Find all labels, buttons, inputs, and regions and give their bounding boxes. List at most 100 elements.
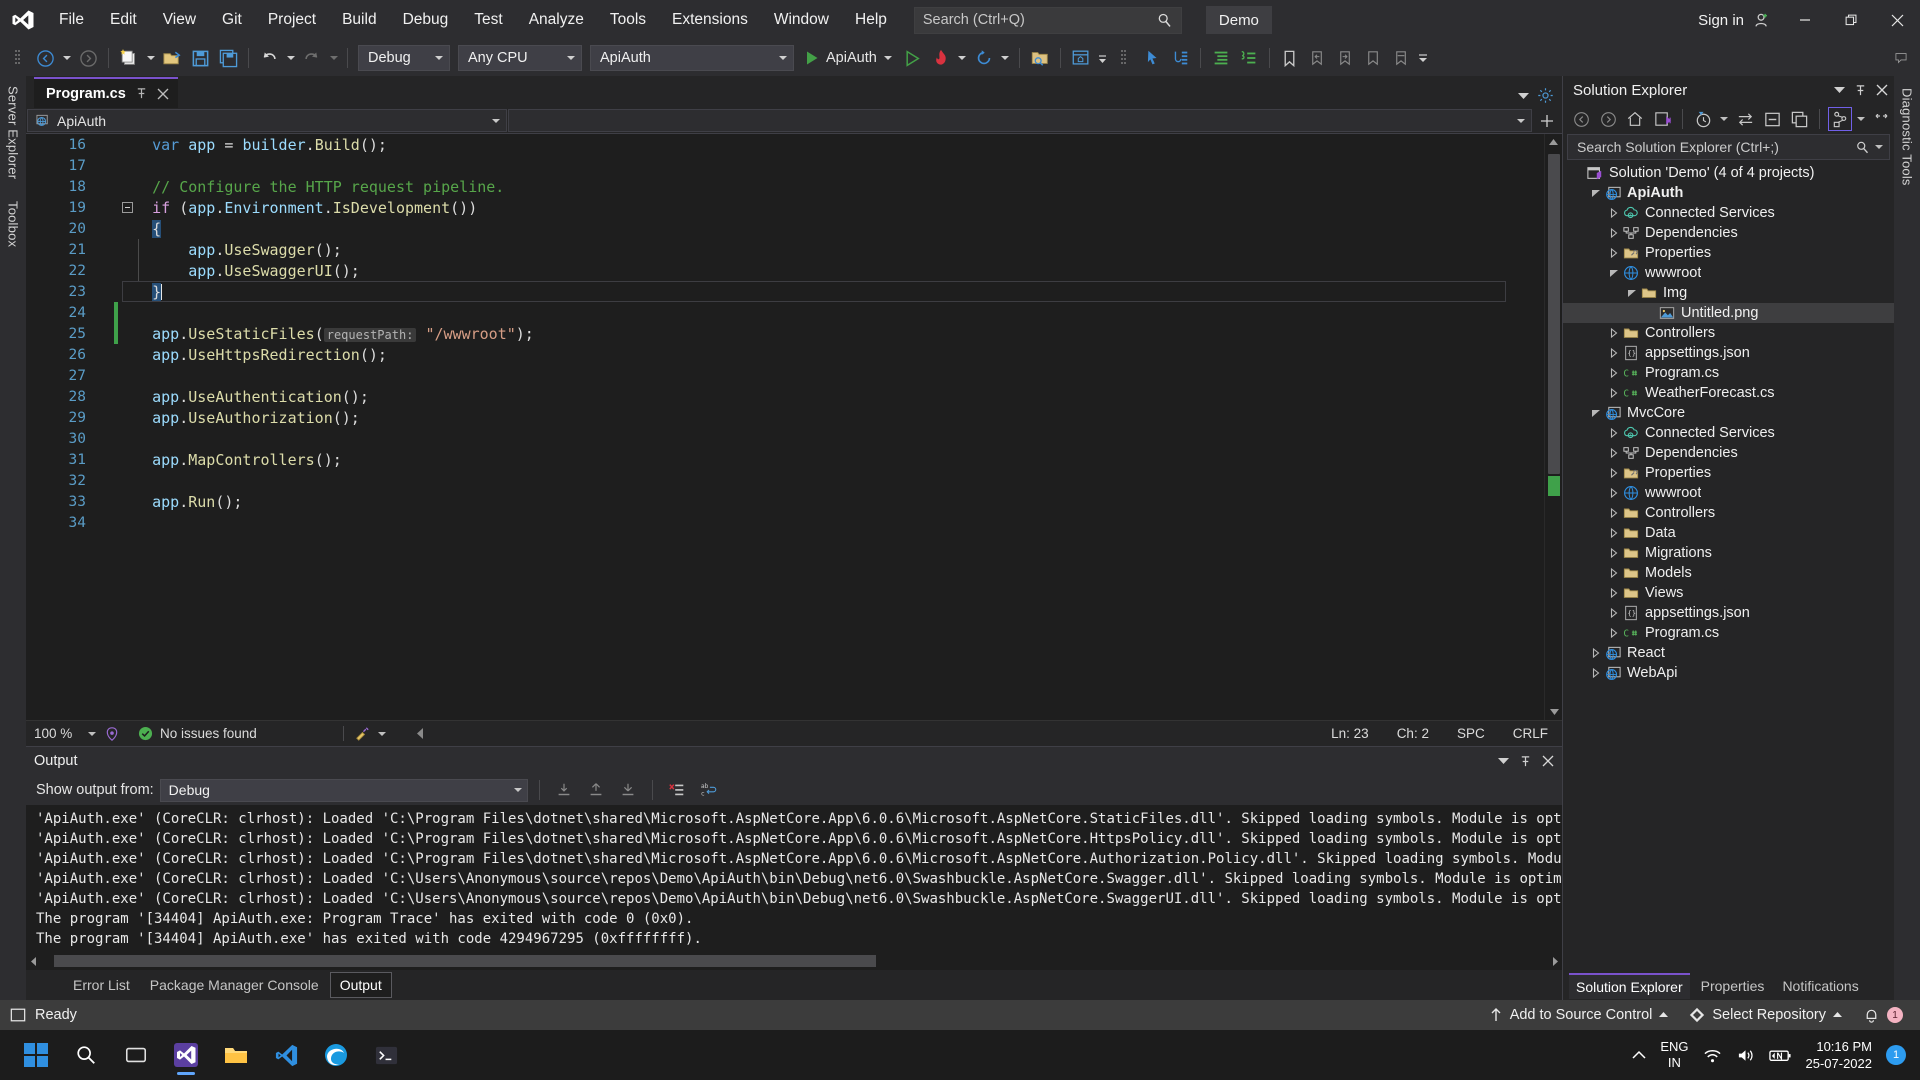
- se-footer-tab-notifications[interactable]: Notifications: [1775, 974, 1865, 998]
- hscroll-right-arrow-icon[interactable]: [1548, 956, 1562, 966]
- hot-reload-icon[interactable]: [928, 45, 954, 71]
- code-cleanup-dropdown-icon[interactable]: [371, 731, 386, 737]
- tree-item-react[interactable]: React: [1563, 643, 1894, 663]
- se-pending-changes-dropdown-icon[interactable]: [1718, 116, 1730, 122]
- hscroll-track[interactable]: [40, 955, 1548, 967]
- menu-file[interactable]: File: [46, 0, 97, 40]
- menu-project[interactable]: Project: [255, 0, 329, 40]
- redo-dropdown-icon[interactable]: [327, 45, 340, 71]
- configuration-combo[interactable]: Debug: [358, 45, 450, 71]
- tree-item-apiauth[interactable]: ApiAuth: [1563, 183, 1894, 203]
- toggle-bookmark-icon[interactable]: [1389, 45, 1415, 71]
- output-panel-close-icon[interactable]: [1542, 755, 1554, 767]
- open-file-icon[interactable]: [159, 45, 185, 71]
- code-lines[interactable]: 16 var app = builder.Build(); 17 18 // Con…: [26, 134, 1544, 720]
- tree-item-appsettings-json[interactable]: {} appsettings.json: [1563, 603, 1894, 623]
- toolbar-overflow-icon[interactable]: [1417, 45, 1430, 71]
- quick-search-input[interactable]: Search (Ctrl+Q): [913, 6, 1182, 34]
- spaces-indicator[interactable]: SPC: [1443, 726, 1499, 741]
- toggle-word-wrap-icon[interactable]: ab c: [696, 777, 722, 803]
- tree-item-controllers[interactable]: Controllers: [1563, 503, 1894, 523]
- server-explorer-tab[interactable]: Server Explorer: [6, 86, 21, 179]
- se-back-icon[interactable]: [1569, 107, 1593, 131]
- tree-item-untitled-png[interactable]: Untitled.png: [1563, 303, 1894, 323]
- close-button[interactable]: [1874, 0, 1920, 40]
- tree-item-views[interactable]: Views: [1563, 583, 1894, 603]
- tree-item-solution-demo-4-of-4-projects[interactable]: Solution 'Demo' (4 of 4 projects): [1563, 163, 1894, 183]
- menu-debug[interactable]: Debug: [390, 0, 462, 40]
- se-footer-tab-solution-explorer[interactable]: Solution Explorer: [1569, 973, 1690, 999]
- tree-expander-icon[interactable]: [1607, 628, 1621, 638]
- tree-expander-icon[interactable]: [1607, 568, 1621, 578]
- se-preview-dropdown-icon[interactable]: [1855, 116, 1867, 122]
- editor-vertical-scrollbar[interactable]: [1544, 134, 1562, 720]
- hot-reload-dropdown-icon[interactable]: [956, 45, 969, 71]
- tree-expander-icon[interactable]: [1607, 228, 1621, 238]
- scroll-up-arrow-icon[interactable]: [1545, 134, 1562, 151]
- sign-in-button[interactable]: Sign in: [1688, 10, 1782, 30]
- tree-expander-icon[interactable]: [1589, 648, 1603, 658]
- scrollbar-thumb[interactable]: [1548, 154, 1560, 474]
- tree-item-mvccore[interactable]: MvcCore: [1563, 403, 1894, 423]
- pointer-select-icon[interactable]: [1139, 45, 1165, 71]
- undo-dropdown-icon[interactable]: [284, 45, 297, 71]
- navigate-forward-button[interactable]: [75, 45, 101, 71]
- menu-build[interactable]: Build: [329, 0, 389, 40]
- clear-all-icon[interactable]: [664, 777, 690, 803]
- hscroll-left-arrow-icon[interactable]: [26, 956, 40, 966]
- solution-explorer-dropdown-icon[interactable]: [1834, 86, 1845, 94]
- solution-explorer-search-input[interactable]: Search Solution Explorer (Ctrl+;): [1567, 134, 1890, 160]
- code-line[interactable]: 31 app.MapControllers();: [26, 449, 1544, 470]
- tree-expander-icon[interactable]: [1607, 388, 1621, 398]
- se-search-dropdown-icon[interactable]: [1875, 144, 1883, 150]
- menu-analyze[interactable]: Analyze: [516, 0, 597, 40]
- line-indicator[interactable]: Ln: 23: [1317, 726, 1383, 741]
- tree-expander-icon[interactable]: [1607, 508, 1621, 518]
- tab-list-dropdown-icon[interactable]: [1518, 92, 1529, 100]
- code-line[interactable]: 29 app.UseAuthorization();: [26, 407, 1544, 428]
- tree-expander-icon[interactable]: [1607, 448, 1621, 458]
- startup-project-combo[interactable]: ApiAuth: [590, 45, 794, 71]
- taskbar-search-button[interactable]: [64, 1033, 108, 1077]
- tree-expander-icon[interactable]: [1607, 368, 1621, 378]
- tree-item-data[interactable]: Data: [1563, 523, 1894, 543]
- menu-extensions[interactable]: Extensions: [659, 0, 761, 40]
- menu-window[interactable]: Window: [761, 0, 842, 40]
- se-home-icon[interactable]: [1623, 107, 1647, 131]
- zoom-level-combo[interactable]: 100 %: [26, 726, 88, 741]
- taskbar-visual-studio-button[interactable]: [164, 1033, 208, 1077]
- tree-item-migrations[interactable]: Migrations: [1563, 543, 1894, 563]
- tree-expander-icon[interactable]: [1607, 348, 1621, 358]
- tree-expander-icon[interactable]: [1607, 428, 1621, 438]
- menu-tools[interactable]: Tools: [597, 0, 659, 40]
- diagnostic-tools-tab[interactable]: Diagnostic Tools: [1900, 88, 1915, 1000]
- se-collapse-all-icon[interactable]: [1760, 107, 1784, 131]
- window-layout-dropdown-icon[interactable]: [1096, 45, 1109, 71]
- find-message-in-code-icon[interactable]: [551, 777, 577, 803]
- language-indicator[interactable]: ENG IN: [1660, 1039, 1688, 1071]
- code-line[interactable]: 21 app.UseSwagger();: [26, 239, 1544, 260]
- code-line[interactable]: 25 app.UseStaticFiles(requestPath: "/www…: [26, 323, 1544, 344]
- previous-bookmark-icon[interactable]: [1305, 45, 1331, 71]
- code-line[interactable]: 19 if (app.Environment.IsDevelopment()): [26, 197, 1544, 218]
- panel-tab-output[interactable]: Output: [329, 972, 392, 998]
- tree-item-program-cs[interactable]: C Program.cs: [1563, 623, 1894, 643]
- code-line[interactable]: 16 var app = builder.Build();: [26, 134, 1544, 155]
- solution-explorer-close-icon[interactable]: [1876, 84, 1888, 96]
- tree-expander-icon[interactable]: [1589, 188, 1603, 198]
- se-switch-views-icon[interactable]: [1650, 107, 1674, 131]
- start-button[interactable]: [14, 1033, 58, 1077]
- add-to-source-control-button[interactable]: Add to Source Control: [1482, 1007, 1676, 1023]
- tree-expander-icon[interactable]: [1607, 528, 1621, 538]
- issues-indicator[interactable]: No issues found: [120, 726, 257, 741]
- output-text[interactable]: 'ApiAuth.exe' (CoreCLR: clrhost): Loaded…: [26, 805, 1562, 952]
- se-sync-with-active-document-icon[interactable]: [1733, 107, 1757, 131]
- new-project-icon[interactable]: [116, 45, 142, 71]
- undo-icon[interactable]: [256, 45, 282, 71]
- next-bookmark-icon[interactable]: [1333, 45, 1359, 71]
- tray-overflow-chevron-icon[interactable]: [1632, 1050, 1646, 1060]
- tree-item-wwwroot[interactable]: wwwroot: [1563, 263, 1894, 283]
- se-preview-selected-items-icon[interactable]: [1828, 107, 1852, 131]
- se-forward-icon[interactable]: [1596, 107, 1620, 131]
- select-repository-button[interactable]: Select Repository: [1682, 1007, 1849, 1023]
